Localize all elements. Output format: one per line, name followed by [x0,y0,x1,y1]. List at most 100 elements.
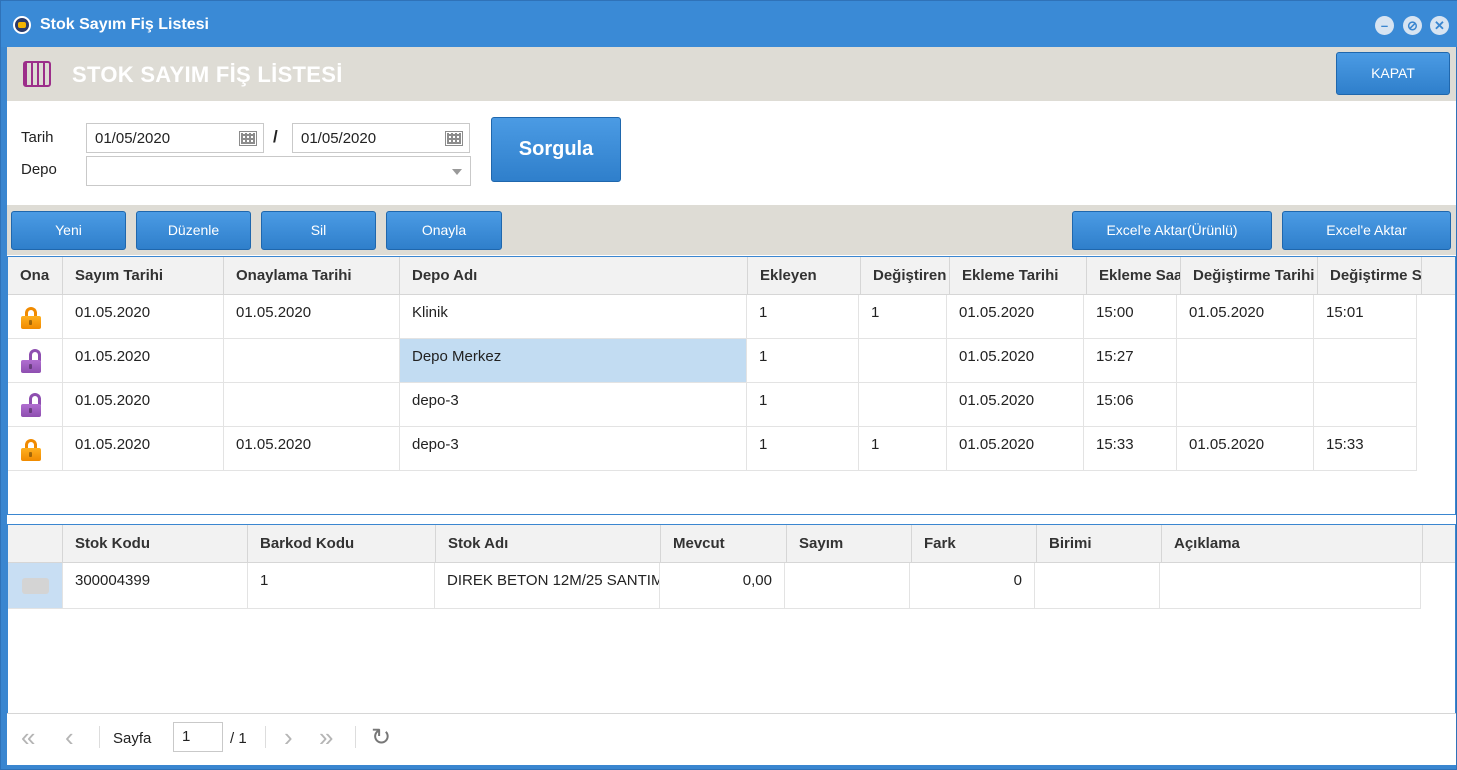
column-header-added-by[interactable]: Ekleyen [748,257,861,295]
column-header-difference[interactable]: Fark [912,525,1037,563]
pagination-bar: « ‹ Sayfa 1 / 1 › » ↻ [7,713,1456,761]
date-separator: / [273,127,278,146]
column-header-added-date[interactable]: Ekleme Tarihi [950,257,1087,295]
edit-button[interactable]: Düzenle [136,211,251,250]
added-by-cell: 1 [747,427,859,471]
column-header-barcode[interactable]: Barkod Kodu [248,525,436,563]
date-from-value: 01/05/2020 [95,130,171,147]
added-time-cell: 15:33 [1084,427,1177,471]
added-time-cell: 15:27 [1084,339,1177,383]
count-cell [785,563,910,609]
column-header-depot-name[interactable]: Depo Adı [400,257,748,295]
query-button[interactable]: Sorgula [491,117,621,182]
excel-export-button[interactable]: Excel'e Aktar [1282,211,1451,250]
approval-date-cell [224,383,400,427]
changed-by-cell: 1 [859,295,947,339]
stock-name-cell: DIREK BETON 12M/25 SANTIM [435,563,660,609]
added-date-cell: 01.05.2020 [947,339,1084,383]
table-row[interactable]: 01.05.2020 01.05.2020 Klinik 1 1 01.05.2… [8,295,1418,339]
previous-page-icon[interactable]: ‹ [65,722,74,753]
new-button[interactable]: Yeni [11,211,126,250]
divider [355,726,356,748]
divider [265,726,266,748]
date-to-field[interactable]: 01/05/2020 [292,123,470,153]
lock-open-icon [20,349,42,373]
depot-label: Depo [21,161,57,178]
added-date-cell: 01.05.2020 [947,427,1084,471]
column-header-unit[interactable]: Birimi [1037,525,1162,563]
added-date-cell: 01.05.2020 [947,383,1084,427]
grid-header: Ona Sayım Tarihi Onaylama Tarihi Depo Ad… [8,257,1455,295]
close-icon[interactable]: ✕ [1430,16,1449,35]
added-time-cell: 15:06 [1084,383,1177,427]
depot-name-cell: depo-3 [400,383,747,427]
maximize-icon[interactable]: ⊘ [1403,16,1422,35]
column-header-added-time[interactable]: Ekleme Saati [1087,257,1181,295]
approval-date-cell [224,339,400,383]
approval-cell [8,295,63,339]
table-row[interactable]: 01.05.2020 Depo Merkez 1 01.05.2020 15:2… [8,339,1418,383]
column-header-stock-name[interactable]: Stok Adı [436,525,661,563]
app-icon [13,16,31,34]
depot-name-cell: depo-3 [400,427,747,471]
approval-date-cell: 01.05.2020 [224,427,400,471]
count-date-cell: 01.05.2020 [63,383,224,427]
column-header-approved[interactable]: Ona [8,257,63,295]
column-header-changed-date[interactable]: Değiştirme Tarihi [1181,257,1318,295]
changed-by-cell: 1 [859,427,947,471]
changed-by-cell [859,339,947,383]
lock-closed-icon [20,439,42,461]
delete-button[interactable]: Sil [261,211,376,250]
minimize-icon[interactable]: – [1375,16,1394,35]
window-title: Stok Sayım Fiş Listesi [40,16,209,33]
column-header-selector [8,525,63,563]
depot-name-cell: Klinik [400,295,747,339]
divider [99,726,100,748]
next-page-icon[interactable]: › [284,722,293,753]
depot-select[interactable] [86,156,471,186]
unit-cell [1035,563,1160,609]
column-header-stock-code[interactable]: Stok Kodu [63,525,248,563]
barcode-cell: 1 [248,563,435,609]
page-label: Sayfa [113,730,152,747]
chevron-down-icon[interactable] [452,169,462,175]
changed-date-cell: 01.05.2020 [1177,295,1314,339]
title-bar: Stok Sayım Fiş Listesi – ⊘ ✕ [1,1,1457,47]
count-slips-grid: Ona Sayım Tarihi Onaylama Tarihi Depo Ad… [7,256,1456,515]
stock-code-cell: 300004399 [63,563,248,609]
added-date-cell: 01.05.2020 [947,295,1084,339]
page-total: / 1 [230,730,247,747]
column-header-description[interactable]: Açıklama [1162,525,1423,563]
excel-export-products-button[interactable]: Excel'e Aktar(Ürünlü) [1072,211,1272,250]
last-page-icon[interactable]: » [319,722,333,753]
column-header-approval-date[interactable]: Onaylama Tarihi [224,257,400,295]
added-time-cell: 15:00 [1084,295,1177,339]
column-header-changed-by[interactable]: Değiştiren [861,257,950,295]
calendar-icon[interactable] [445,131,463,146]
toolbar: Yeni Düzenle Sil Onayla Excel'e Aktar(Ür… [7,205,1456,255]
column-header-count[interactable]: Sayım [787,525,912,563]
count-date-cell: 01.05.2020 [63,339,224,383]
column-header-changed-time[interactable]: Değiştirme Saati [1318,257,1422,295]
column-header-count-date[interactable]: Sayım Tarihi [63,257,224,295]
date-from-field[interactable]: 01/05/2020 [86,123,264,153]
table-row[interactable]: 01.05.2020 01.05.2020 depo-3 1 1 01.05.2… [8,427,1418,471]
first-page-icon[interactable]: « [21,722,35,753]
table-row[interactable]: 300004399 1 DIREK BETON 12M/25 SANTIM 0,… [8,563,1421,609]
calendar-icon[interactable] [239,131,257,146]
description-cell [1160,563,1421,609]
current-cell: 0,00 [660,563,785,609]
date-label: Tarih [21,129,54,146]
row-indicator-icon [22,578,49,594]
row-selector[interactable] [8,563,63,609]
column-header-current[interactable]: Mevcut [661,525,787,563]
page-number-input[interactable]: 1 [173,722,223,752]
close-button[interactable]: KAPAT [1336,52,1450,95]
approval-cell [8,339,63,383]
approve-button[interactable]: Onayla [386,211,502,250]
table-row[interactable]: 01.05.2020 depo-3 1 01.05.2020 15:06 [8,383,1418,427]
count-date-cell: 01.05.2020 [63,295,224,339]
refresh-icon[interactable]: ↻ [371,723,391,752]
approval-cell [8,427,63,471]
content-area: STOK SAYIM FİŞ LİSTESİ KAPAT Tarih 01/05… [7,47,1456,765]
